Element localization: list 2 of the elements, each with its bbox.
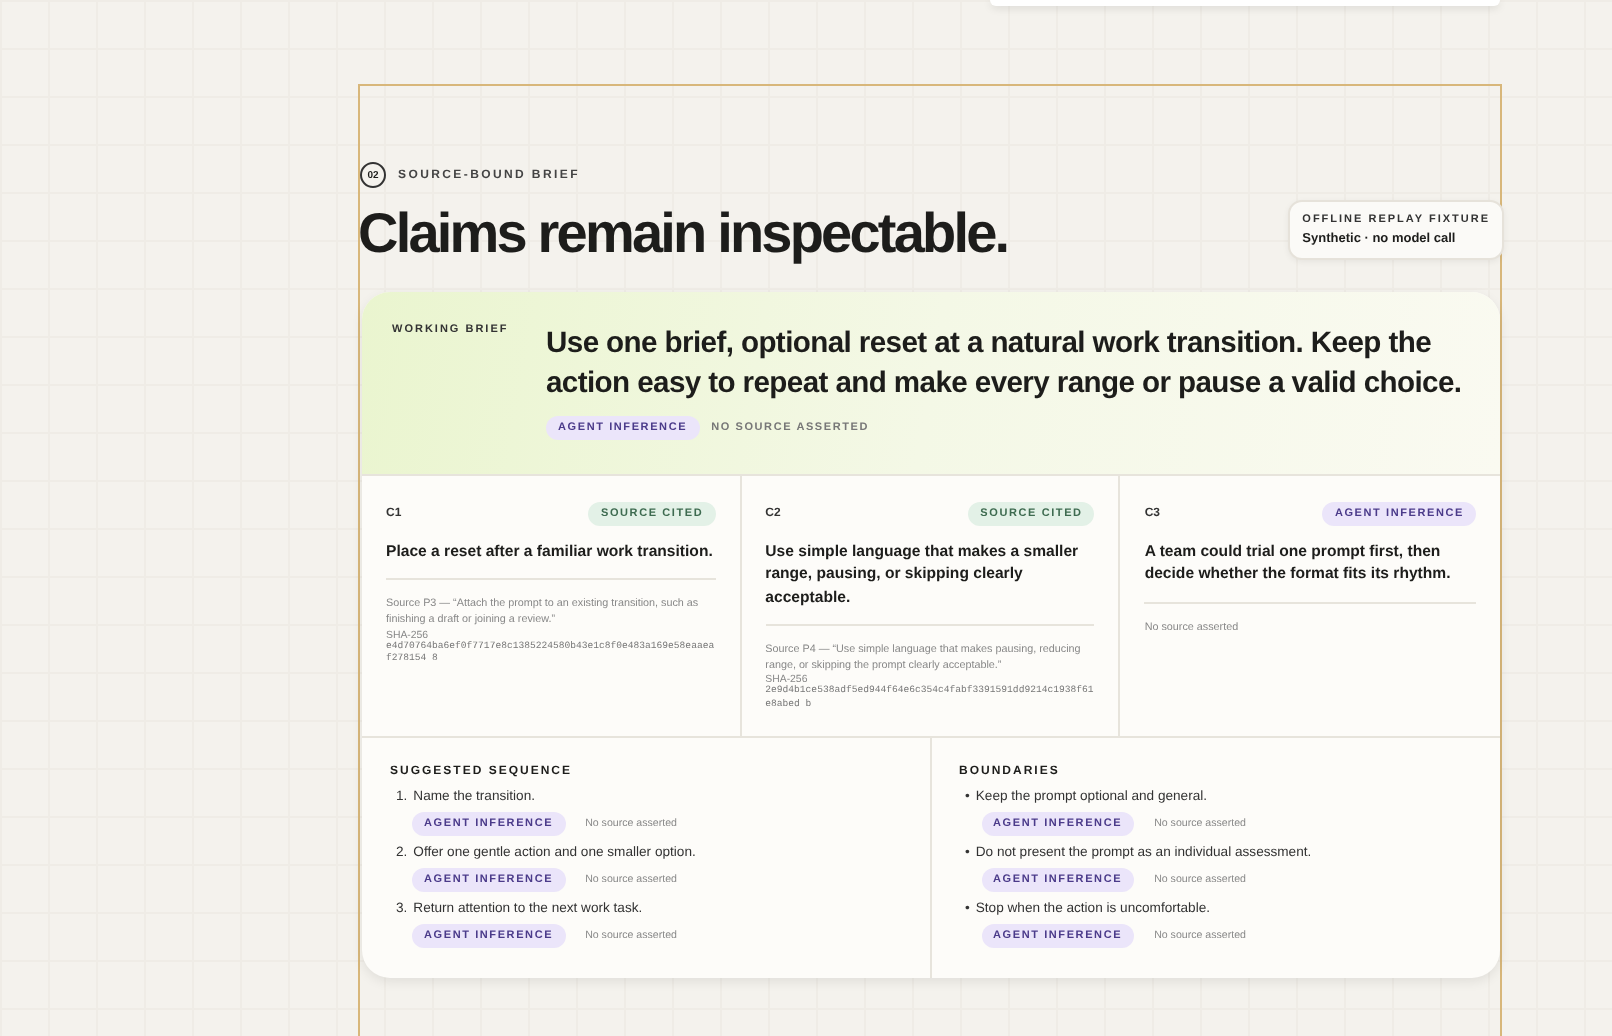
brief-text: Use one brief, optional reset at a natural work transition. Keep the action easy to repeat and make every range or pause a valid choice. [546, 325, 1464, 405]
section-title: Claims remain inspectable. [358, 200, 1008, 268]
